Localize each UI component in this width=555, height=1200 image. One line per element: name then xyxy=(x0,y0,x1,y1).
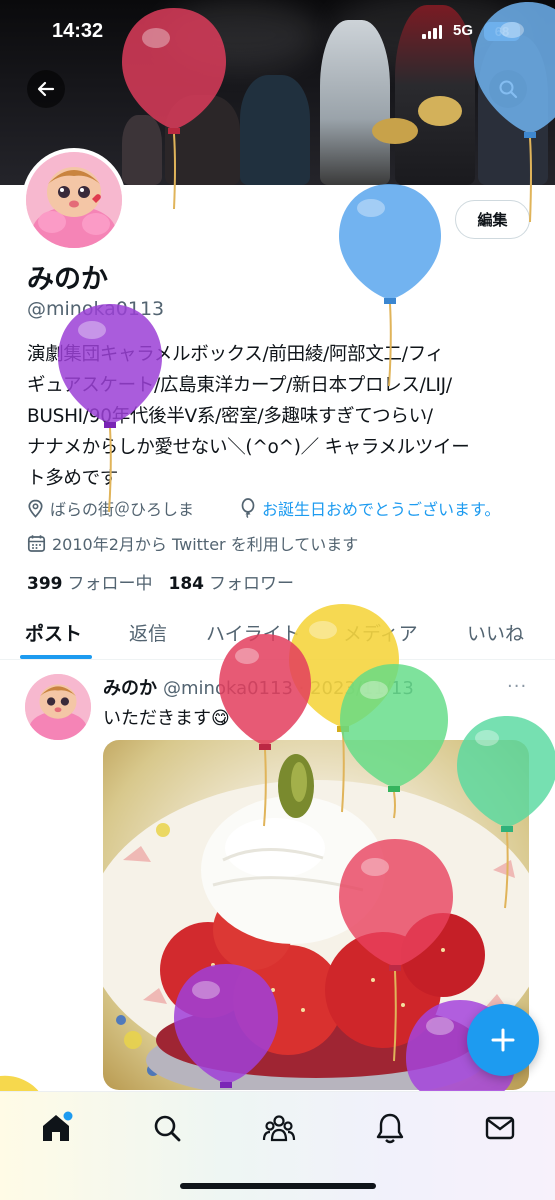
purple-balloon xyxy=(58,304,162,513)
red-balloon xyxy=(219,634,311,827)
back-button[interactable] xyxy=(27,70,65,108)
post-more-button[interactable]: ··· xyxy=(507,676,527,697)
nav-home[interactable] xyxy=(36,1108,76,1148)
communities-icon xyxy=(262,1115,296,1142)
tab-likes[interactable]: いいね xyxy=(467,619,524,646)
joined-text: 2010年2月から Twitter を利用しています xyxy=(52,535,359,554)
doll-avatar-image xyxy=(25,674,91,740)
tab-replies[interactable]: 返信 xyxy=(129,619,167,646)
profile-birthday[interactable]: お誕生日おめでとうございます。 xyxy=(240,496,500,520)
post-author-avatar[interactable] xyxy=(25,674,91,740)
profile-joined-date: 2010年2月から Twitter を利用しています xyxy=(27,531,358,555)
nav-communities[interactable] xyxy=(259,1108,299,1148)
nav-notifications[interactable] xyxy=(370,1108,410,1148)
location-pin-icon xyxy=(28,499,43,518)
blue-balloon xyxy=(474,2,555,223)
home-icon xyxy=(43,1111,73,1141)
following-link[interactable]: 399 フォロー中 xyxy=(27,569,153,594)
arrow-left-icon xyxy=(37,81,55,97)
search-icon xyxy=(154,1115,181,1142)
green-balloon xyxy=(340,664,448,819)
balloon-icon xyxy=(241,498,255,518)
cellular-signal-icon xyxy=(422,25,442,39)
follow-stats: 399 フォロー中 184 フォロワー xyxy=(27,569,294,594)
plus-icon xyxy=(491,1028,515,1052)
followers-link[interactable]: 184 フォロワー xyxy=(169,569,295,594)
notifications-icon xyxy=(376,1113,404,1144)
tab-posts[interactable]: ポスト xyxy=(25,619,82,646)
profile-display-name: みのか xyxy=(27,264,108,295)
nav-messages[interactable] xyxy=(480,1108,520,1148)
messages-icon xyxy=(485,1116,515,1140)
doll-avatar-image xyxy=(26,152,122,248)
status-time: 14:32 xyxy=(52,20,104,42)
green-balloon xyxy=(457,716,555,909)
profile-avatar[interactable] xyxy=(22,148,126,252)
followers-count: 184 xyxy=(168,574,205,594)
following-label: フォロー中 xyxy=(67,574,153,594)
nav-search[interactable] xyxy=(147,1108,187,1148)
red-balloon xyxy=(122,8,226,210)
compose-post-button[interactable] xyxy=(467,1004,539,1076)
post-author-name[interactable]: みのか xyxy=(103,678,157,699)
purple-balloon xyxy=(174,964,278,1088)
home-indicator[interactable] xyxy=(180,1183,376,1189)
following-count: 399 xyxy=(27,574,63,594)
followers-label: フォロワー xyxy=(209,574,294,594)
active-tab-indicator xyxy=(20,655,92,659)
post-text: いただきます😋 xyxy=(103,708,230,729)
calendar-icon xyxy=(27,534,46,552)
blue-balloon xyxy=(339,184,441,387)
birthday-text[interactable]: お誕生日おめでとうございます。 xyxy=(262,496,500,520)
